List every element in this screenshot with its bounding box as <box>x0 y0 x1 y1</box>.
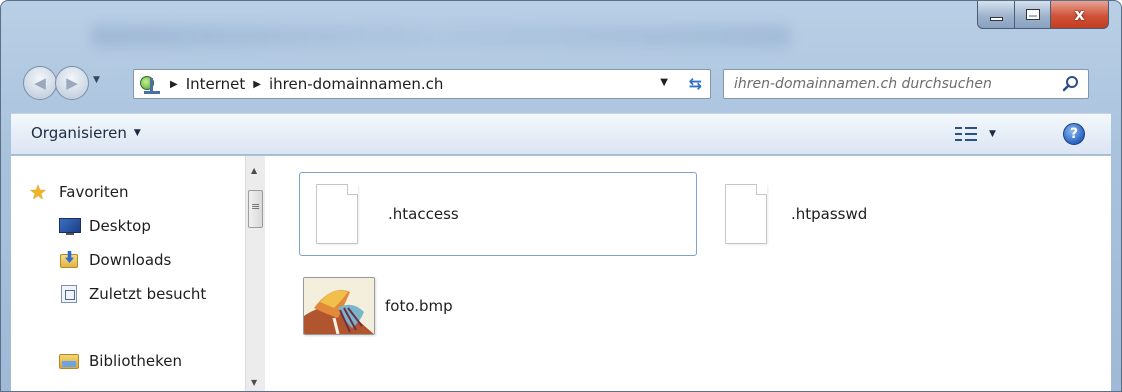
sidebar-item-label: Favoriten <box>59 183 129 201</box>
back-arrow-icon: ◀ <box>34 74 46 92</box>
desktop-icon <box>59 216 81 236</box>
organize-label: Organisieren <box>31 124 127 142</box>
sidebar-item-label: Desktop <box>89 217 151 235</box>
address-dropdown-icon[interactable]: ▼ <box>660 77 668 88</box>
minimize-icon <box>989 16 1003 21</box>
breadcrumb-domain[interactable]: ihren-domainnamen.ch <box>269 75 443 93</box>
navigation-pane-scrollbar[interactable]: ▲ ▼ <box>245 156 265 391</box>
navigation-bar: ◀ ▶ ▼ ▶ Internet ▶ ihren-domainnamen.ch … <box>15 61 1111 105</box>
scroll-thumb[interactable] <box>248 190 263 228</box>
search-icon[interactable] <box>1062 75 1080 93</box>
title-bar-glass <box>91 25 791 47</box>
document-icon <box>316 184 358 244</box>
sidebar-item-libraries[interactable]: Bibliotheken <box>59 348 182 374</box>
file-name: .htpasswd <box>791 205 868 223</box>
chevron-down-icon: ▼ <box>133 128 141 138</box>
help-button[interactable]: ? <box>1063 123 1085 145</box>
file-item-htaccess[interactable]: .htaccess <box>299 172 697 256</box>
scroll-down-icon[interactable]: ▼ <box>251 378 257 387</box>
organize-button[interactable]: Organisieren ▼ <box>31 124 141 142</box>
file-item-htpasswd[interactable]: .htpasswd <box>721 172 1021 256</box>
recent-locations-dropdown[interactable]: ▼ <box>93 75 100 85</box>
file-item-foto[interactable]: foto.bmp <box>299 272 599 340</box>
maximize-icon <box>1025 9 1040 20</box>
document-icon <box>725 184 767 244</box>
breadcrumb-internet[interactable]: Internet <box>186 75 246 93</box>
scroll-up-icon[interactable]: ▲ <box>251 166 257 175</box>
image-thumbnail <box>303 277 375 335</box>
back-button[interactable]: ◀ <box>23 66 57 100</box>
sidebar-item-label: Bibliotheken <box>89 352 182 370</box>
sidebar-item-label: Downloads <box>89 251 172 269</box>
minimize-button[interactable] <box>977 1 1015 29</box>
search-box[interactable] <box>723 69 1089 99</box>
forward-button[interactable]: ▶ <box>55 66 89 100</box>
search-input[interactable] <box>724 71 1054 97</box>
sidebar-item-recent-places[interactable]: Zuletzt besucht <box>59 281 206 307</box>
change-view-button[interactable]: ▼ <box>955 125 996 143</box>
file-name: foto.bmp <box>385 297 453 315</box>
star-icon: ★ <box>29 180 47 204</box>
caption-buttons: x <box>977 1 1109 29</box>
chevron-down-icon: ▼ <box>989 129 996 139</box>
breadcrumb-separator-icon[interactable]: ▶ <box>253 79 261 90</box>
file-name: .htaccess <box>388 205 459 223</box>
explorer-window: x ◀ ▶ ▼ ▶ Internet ▶ ihren-domainnamen.c… <box>0 0 1122 392</box>
maximize-button[interactable] <box>1015 1 1051 29</box>
forward-arrow-icon: ▶ <box>66 74 78 92</box>
sidebar-item-downloads[interactable]: Downloads <box>59 247 171 273</box>
libraries-icon <box>59 351 81 371</box>
recent-places-icon <box>59 284 81 304</box>
network-location-icon <box>140 74 162 94</box>
downloads-icon <box>59 250 81 270</box>
address-bar[interactable]: ▶ Internet ▶ ihren-domainnamen.ch ▼ ⇆ <box>133 69 711 99</box>
close-icon: x <box>1074 5 1085 24</box>
refresh-icon[interactable]: ⇆ <box>689 74 702 93</box>
close-button[interactable]: x <box>1051 1 1109 29</box>
breadcrumb-separator-icon[interactable]: ▶ <box>170 79 178 90</box>
help-icon: ? <box>1069 126 1079 142</box>
command-toolbar: Organisieren ▼ ▼ ? <box>11 113 1111 155</box>
sidebar-item-label: Zuletzt besucht <box>89 285 207 303</box>
sidebar-item-favorites[interactable]: ★ Favoriten <box>29 179 128 205</box>
file-list: .htaccess .htpasswd foto.bmp <box>269 156 1111 391</box>
content-area: ★ Favoriten Desktop Downloads Zuletzt be… <box>11 156 1111 391</box>
sidebar-item-desktop[interactable]: Desktop <box>59 213 151 239</box>
details-view-icon <box>955 125 977 143</box>
navigation-pane: ★ Favoriten Desktop Downloads Zuletzt be… <box>11 156 247 391</box>
